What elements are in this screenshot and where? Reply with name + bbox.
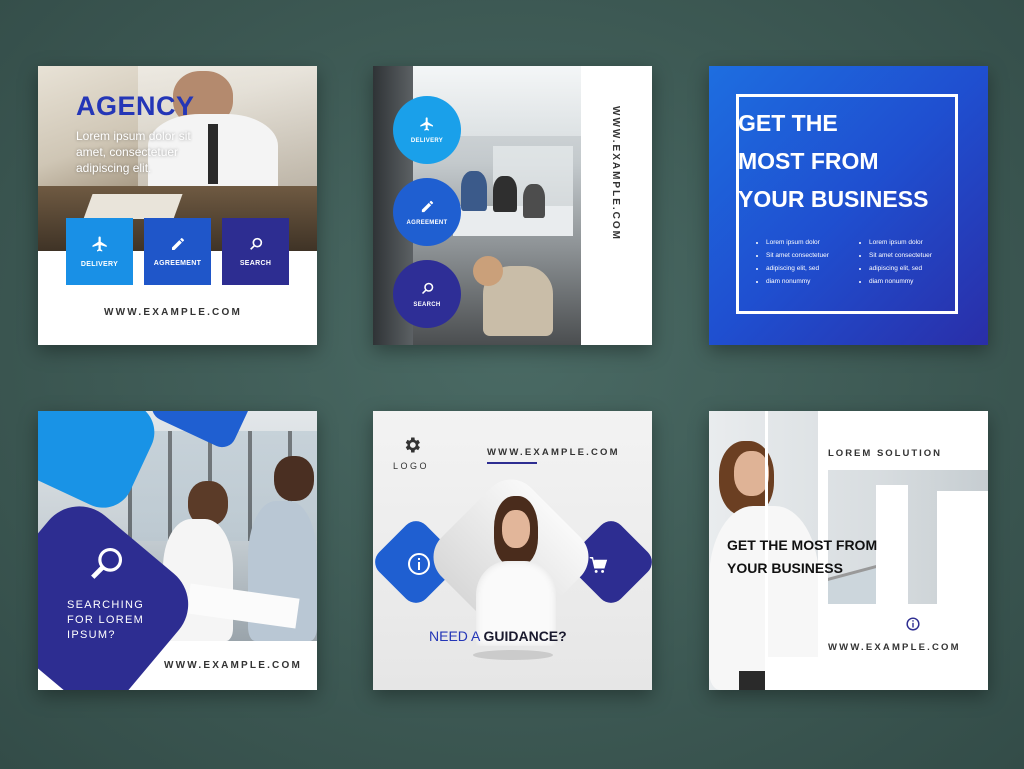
white-panel-top	[818, 411, 988, 470]
card-lorem-solution: LOREM SOLUTION GET THE MOST FROM YOUR BU…	[709, 411, 988, 690]
card-guidance: LOGO WWW.EXAMPLE.COM NEED A GUIDANCE?	[373, 411, 652, 690]
website-url-vertical[interactable]: WWW.EXAMPLE.COM	[610, 106, 621, 241]
woman-portrait	[476, 496, 556, 646]
plane-icon	[420, 117, 433, 131]
bullet-item: diam nonummy	[766, 275, 829, 288]
card-agency: AGENCY Lorem ipsum dolor sit amet, conse…	[38, 66, 317, 345]
headline-line-1: GET THE MOST FROM	[727, 537, 878, 553]
website-url[interactable]: WWW.EXAMPLE.COM	[164, 660, 302, 671]
bullet-item: Lorem ipsum dolor	[869, 236, 932, 249]
caption-line-3: IPSUM?	[67, 629, 116, 641]
bullet-list-left: Lorem ipsum dolor Sit amet consectetuer …	[756, 236, 829, 288]
bullet-item: diam nonummy	[869, 275, 932, 288]
website-url[interactable]: WWW.EXAMPLE.COM	[104, 307, 242, 318]
headline-line-2: YOUR BUSINESS	[727, 560, 843, 576]
search-label: SEARCH	[239, 260, 272, 267]
url-underline	[487, 462, 537, 464]
white-strip-bottom	[768, 657, 988, 690]
logo-text: LOGO	[393, 461, 430, 471]
website-url[interactable]: WWW.EXAMPLE.COM	[487, 447, 620, 458]
agreement-circle-button[interactable]: AGREEMENT	[393, 178, 461, 246]
shadow-ellipse	[473, 650, 553, 660]
search-circle-button[interactable]: SEARCH	[393, 260, 461, 328]
search-button[interactable]: SEARCH	[222, 218, 289, 285]
tagline-prefix: NEED A	[429, 628, 484, 644]
card-office: DELIVERY AGREEMENT SEARCH WWW.EXAMPLE.CO…	[373, 66, 652, 345]
section-label: LOREM SOLUTION	[828, 448, 943, 459]
pen-icon	[421, 200, 433, 212]
search-icon	[421, 282, 433, 294]
website-url[interactable]: WWW.EXAMPLE.COM	[828, 642, 961, 653]
agreement-button[interactable]: AGREEMENT	[144, 218, 211, 285]
search-icon	[91, 547, 123, 579]
search-icon	[249, 237, 262, 250]
title: AGENCY	[76, 91, 195, 121]
headline-line-3: YOUR BUSINESS	[738, 186, 929, 212]
delivery-label: DELIVERY	[410, 138, 444, 144]
tagline-emphasis: GUIDANCE?	[483, 628, 567, 644]
card-searching: SEARCHING FOR LOREM IPSUM? WWW.EXAMPLE.C…	[38, 411, 317, 690]
agreement-label: AGREEMENT	[406, 219, 448, 226]
delivery-label: DELIVERY	[80, 261, 119, 268]
bullet-list-right: Lorem ipsum dolor Sit amet consectetuer …	[859, 236, 932, 288]
bullet-item: adipiscing elit, sed	[869, 262, 932, 275]
bullet-item: Sit amet consectetuer	[869, 249, 932, 262]
cart-icon	[589, 556, 608, 573]
info-icon	[408, 553, 430, 575]
gear-icon	[405, 437, 420, 453]
plane-icon	[92, 236, 107, 252]
bullet-item: Lorem ipsum dolor	[766, 236, 829, 249]
info-icon[interactable]	[906, 617, 920, 631]
bullet-item: adipiscing elit, sed	[766, 262, 829, 275]
pen-icon	[171, 237, 184, 250]
caption-line-1: SEARCHING	[67, 599, 145, 611]
bullet-item: Sit amet consectetuer	[766, 249, 829, 262]
card-business-blue: GET THE MOST FROM YOUR BUSINESS Lorem ip…	[709, 66, 988, 345]
agreement-label: AGREEMENT	[153, 260, 202, 267]
headline-line-2: MOST FROM	[738, 148, 879, 174]
tagline: NEED A GUIDANCE?	[429, 628, 567, 644]
delivery-circle-button[interactable]: DELIVERY	[393, 96, 461, 164]
body-text: Lorem ipsum dolor sit amet, consectetuer…	[76, 129, 191, 175]
search-label: SEARCH	[413, 301, 441, 308]
headline-line-1: GET THE	[738, 110, 838, 136]
delivery-button[interactable]: DELIVERY	[66, 218, 133, 285]
caption-line-2: FOR LOREM	[67, 614, 145, 626]
